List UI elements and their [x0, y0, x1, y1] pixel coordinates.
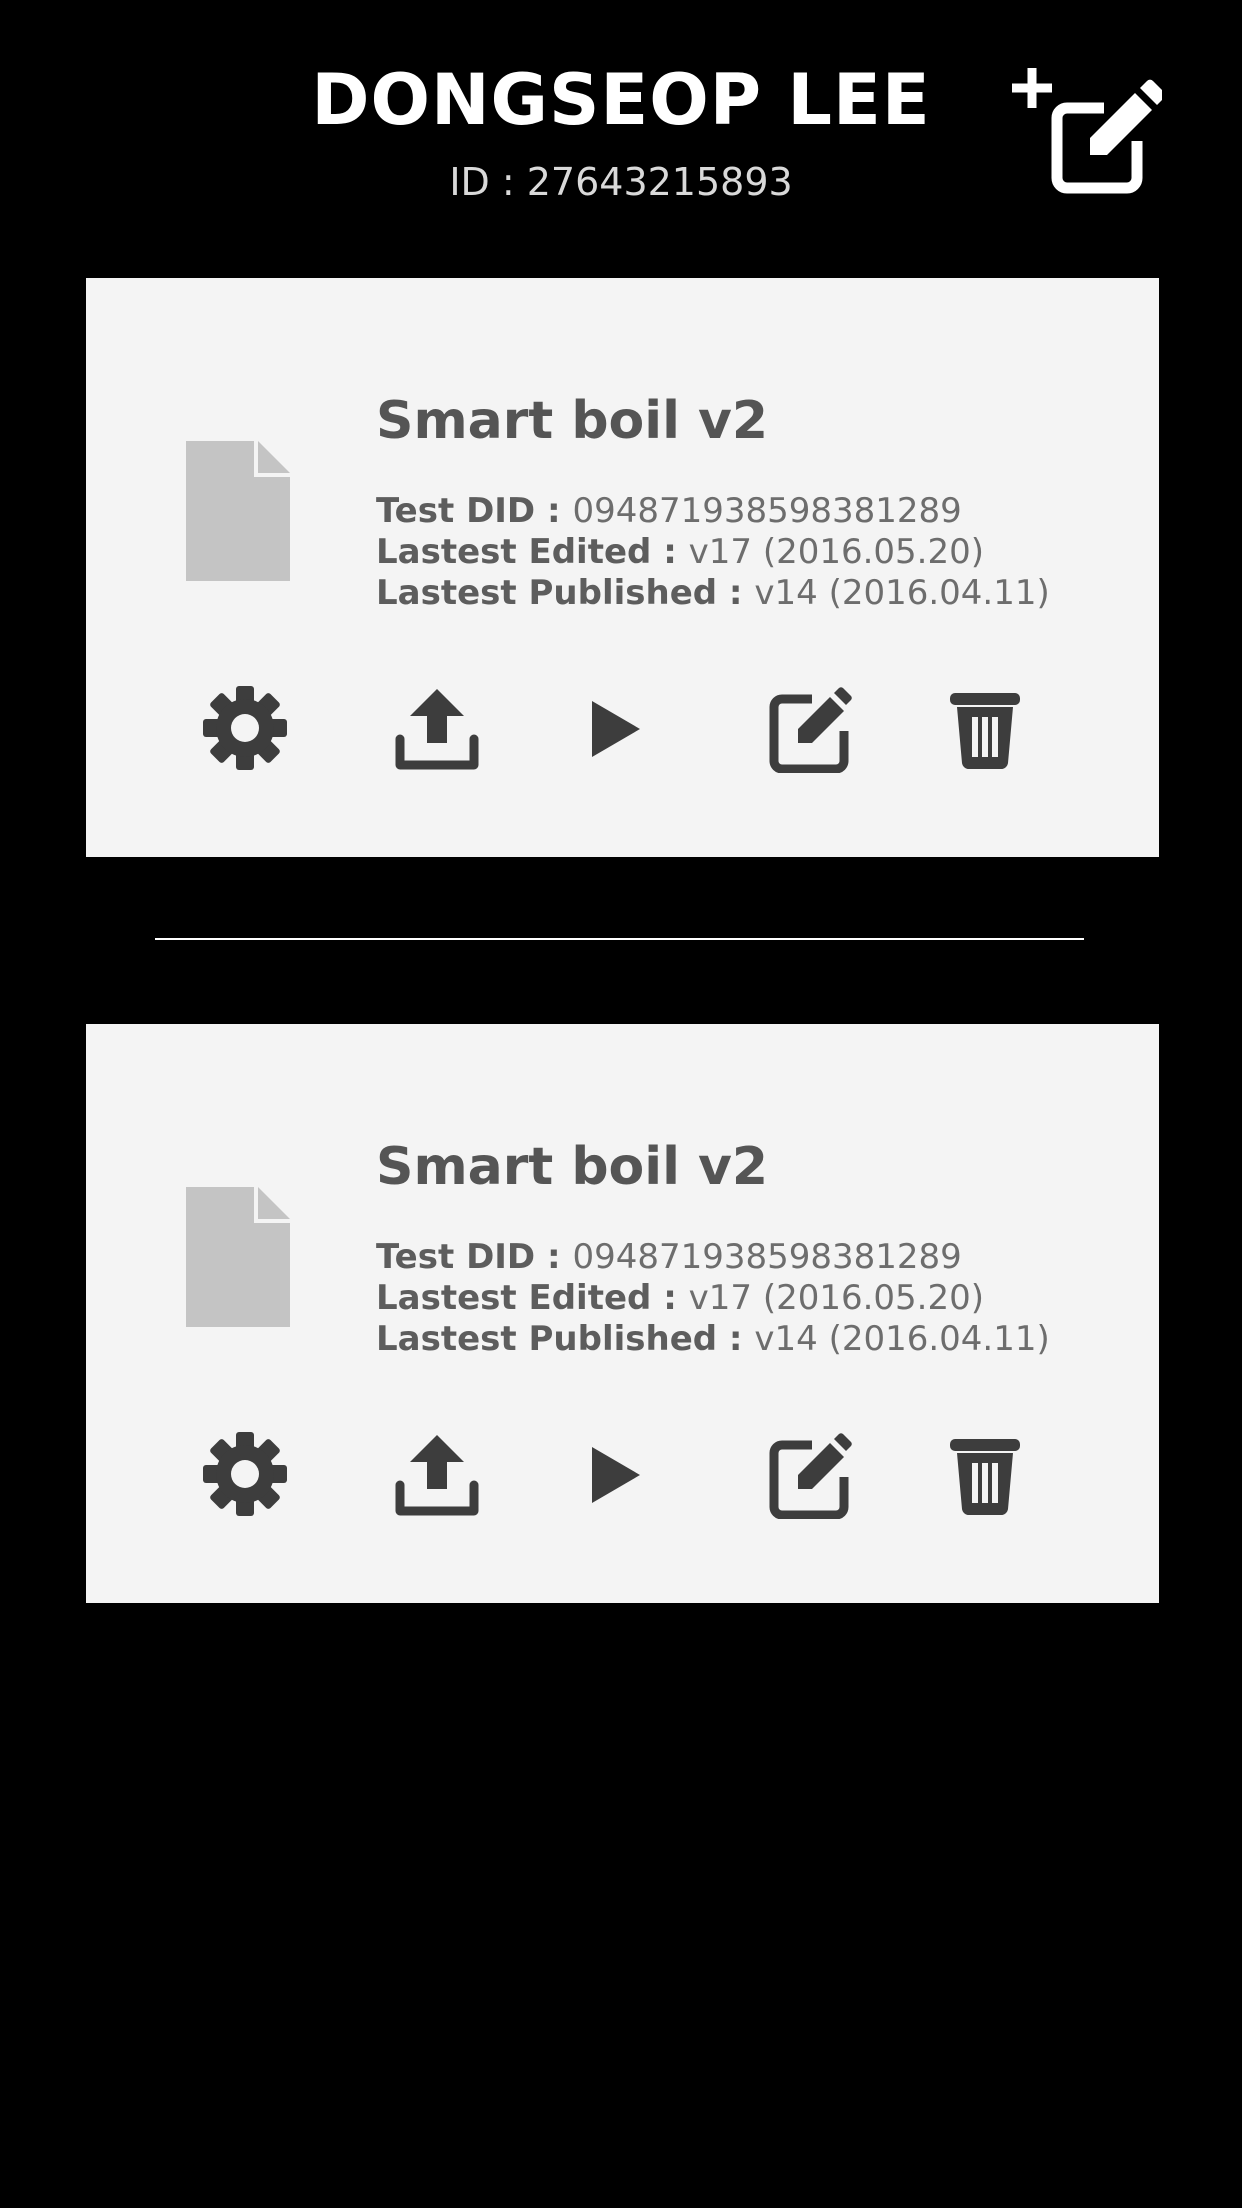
- upload-icon: [395, 1435, 479, 1516]
- edit-button[interactable]: [762, 1429, 852, 1519]
- play-icon: [592, 1447, 640, 1503]
- upload-button[interactable]: [392, 1429, 482, 1519]
- delete-icon: [950, 1439, 1020, 1516]
- edited-label: Lastest Edited :: [376, 1278, 689, 1318]
- edit-icon: [769, 1433, 852, 1519]
- published-label: Lastest Published :: [376, 573, 755, 613]
- settings-icon: [203, 686, 287, 770]
- delete-icon: [950, 693, 1020, 770]
- delete-button[interactable]: [940, 1429, 1030, 1519]
- add-project-button[interactable]: [1012, 60, 1162, 195]
- project-title: Smart boil v2: [376, 391, 769, 451]
- project-info: Test DID : 094871938598381289 Lastest Ed…: [376, 1237, 1050, 1360]
- published-label: Lastest Published :: [376, 1319, 755, 1359]
- published-row: Lastest Published : v14 (2016.04.11): [376, 573, 1050, 614]
- settings-icon: [203, 1432, 287, 1516]
- published-value: v14 (2016.04.11): [754, 573, 1050, 613]
- project-card: Smart boil v2 Test DID : 094871938598381…: [86, 278, 1159, 857]
- settings-button[interactable]: [200, 683, 290, 773]
- file-icon: [186, 441, 290, 581]
- delete-button[interactable]: [940, 683, 1030, 773]
- divider: [155, 938, 1084, 940]
- test-did-label: Test DID :: [376, 1237, 573, 1277]
- header: DONGSEOP LEE ID : 27643215893: [0, 0, 1242, 240]
- edit-button[interactable]: [762, 683, 852, 773]
- test-did-label: Test DID :: [376, 491, 573, 531]
- edited-value: v17 (2016.05.20): [688, 1278, 985, 1318]
- upload-icon: [395, 689, 479, 770]
- published-row: Lastest Published : v14 (2016.04.11): [376, 1319, 1050, 1360]
- test-did-value: 094871938598381289: [572, 1237, 962, 1277]
- upload-button[interactable]: [392, 683, 482, 773]
- edited-label: Lastest Edited :: [376, 532, 689, 572]
- edit-icon: [769, 687, 852, 773]
- play-icon: [592, 701, 640, 757]
- edited-value: v17 (2016.05.20): [688, 532, 985, 572]
- edited-row: Lastest Edited : v17 (2016.05.20): [376, 1278, 1050, 1319]
- project-info: Test DID : 094871938598381289 Lastest Ed…: [376, 491, 1050, 614]
- file-icon: [186, 1187, 290, 1327]
- project-card: Smart boil v2 Test DID : 094871938598381…: [86, 1024, 1159, 1603]
- add-edit-icon: [1012, 68, 1162, 194]
- project-title: Smart boil v2: [376, 1137, 769, 1197]
- test-did-value: 094871938598381289: [572, 491, 962, 531]
- published-value: v14 (2016.04.11): [754, 1319, 1050, 1359]
- play-button[interactable]: [572, 683, 662, 773]
- play-button[interactable]: [572, 1429, 662, 1519]
- test-did-row: Test DID : 094871938598381289: [376, 491, 1050, 532]
- edited-row: Lastest Edited : v17 (2016.05.20): [376, 532, 1050, 573]
- settings-button[interactable]: [200, 1429, 290, 1519]
- test-did-row: Test DID : 094871938598381289: [376, 1237, 1050, 1278]
